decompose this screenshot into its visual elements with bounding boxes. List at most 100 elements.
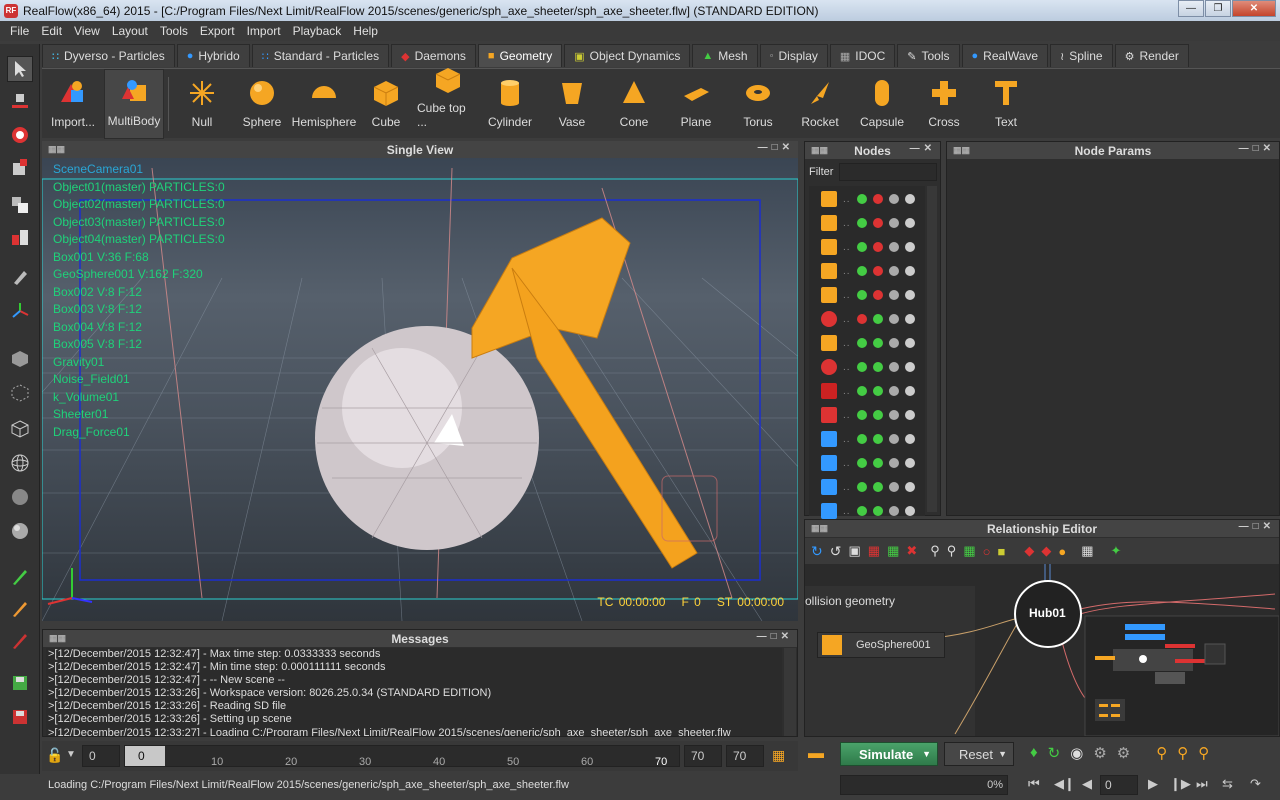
chevron-down-icon[interactable]: ▼ <box>922 749 931 759</box>
step-forward-icon[interactable]: ❙▶ <box>1170 776 1191 792</box>
import-button[interactable]: Import... <box>42 69 104 139</box>
panel-controls-icon[interactable]: —□✕ <box>758 142 794 153</box>
grip-icon[interactable]: ▦▦ <box>811 523 828 534</box>
mesh-icon[interactable] <box>888 242 899 252</box>
minimize-button[interactable]: — <box>1178 0 1204 17</box>
grip-icon[interactable]: ▦▦ <box>48 144 65 155</box>
sphere-icon[interactable] <box>904 266 915 276</box>
reload-icon[interactable]: ↺ <box>830 543 842 560</box>
plane-button[interactable]: Plane <box>665 69 727 139</box>
node-row-sheeter[interactable]: .. <box>815 428 935 450</box>
node-row-object04[interactable]: .. <box>815 260 935 282</box>
capsule-button[interactable]: Capsule <box>851 69 913 139</box>
group-icon[interactable]: ◆ <box>1024 543 1034 559</box>
sphere-icon[interactable] <box>904 338 915 348</box>
node-row-box001[interactable]: .. <box>815 284 935 306</box>
menu-import[interactable]: Import <box>241 24 287 38</box>
lock-icon[interactable] <box>872 458 883 468</box>
messages-scrollbar[interactable] <box>784 648 796 736</box>
filter-input[interactable] <box>839 163 937 181</box>
lock-icon[interactable] <box>872 290 883 300</box>
grip-icon[interactable]: ▦▦ <box>49 633 66 644</box>
mesh-icon[interactable] <box>888 386 899 396</box>
save-red-icon[interactable] <box>7 704 33 730</box>
flat-sphere-icon[interactable] <box>7 484 33 510</box>
sphere-icon[interactable] <box>904 386 915 396</box>
sphere-button[interactable]: Sphere <box>231 69 293 139</box>
smooth-sphere-icon[interactable] <box>7 518 33 544</box>
visible-icon[interactable] <box>856 434 867 444</box>
scale-tool-icon[interactable] <box>7 154 33 180</box>
lock-icon[interactable] <box>872 410 883 420</box>
axes-icon[interactable]: ✦ <box>1111 543 1122 559</box>
tab-geometry[interactable]: ■ Geometry <box>477 44 563 67</box>
panel-controls-icon[interactable]: —□✕ <box>757 631 793 642</box>
sphere-icon[interactable] <box>904 458 915 468</box>
cube-button[interactable]: Cube <box>355 69 417 139</box>
visible-icon[interactable] <box>856 242 867 252</box>
green-brush-icon[interactable] <box>7 564 33 590</box>
connect-icon[interactable]: ○ <box>983 544 991 559</box>
node-row-gravity[interactable]: .. <box>815 356 935 378</box>
zoom-fit-icon[interactable]: ⚲ <box>930 543 940 559</box>
sphere-icon[interactable] <box>904 362 915 372</box>
visible-icon[interactable] <box>856 194 867 204</box>
grip-icon[interactable]: ▦▦ <box>811 145 828 156</box>
rocket-button[interactable]: Rocket <box>789 69 851 139</box>
sphere-icon[interactable] <box>904 194 915 204</box>
tab-idoc[interactable]: ▦ IDOC <box>829 44 896 67</box>
menu-playback[interactable]: Playback <box>287 24 348 38</box>
close-button[interactable]: ✕ <box>1232 0 1276 17</box>
lock-icon[interactable] <box>872 386 883 396</box>
text-button[interactable]: Text <box>975 69 1037 139</box>
mesh-icon[interactable] <box>888 218 899 228</box>
grid-icon[interactable]: ▦ <box>1081 543 1093 559</box>
node-row-geosphere[interactable]: .. <box>815 308 935 330</box>
node-row-box002[interactable]: .. <box>815 332 935 354</box>
visible-icon[interactable] <box>856 386 867 396</box>
lock-icon[interactable] <box>872 362 883 372</box>
grip-icon[interactable]: ▦▦ <box>953 145 970 156</box>
frame-icon[interactable]: ▣ <box>848 543 860 559</box>
menu-edit[interactable]: Edit <box>35 24 68 38</box>
visible-icon[interactable] <box>856 314 867 324</box>
chevron-down-icon[interactable]: ▼ <box>66 749 76 760</box>
eye-icon[interactable]: ◉ <box>1070 744 1083 762</box>
tab-object-dynamics[interactable]: ▣ Object Dynamics <box>564 44 691 67</box>
lock-icon[interactable] <box>872 266 883 276</box>
menu-export[interactable]: Export <box>194 24 241 38</box>
cache-icon[interactable]: ♦ <box>1030 744 1038 762</box>
viewport-3d[interactable]: SceneCamera01 Object01(master) PARTICLES… <box>42 158 798 621</box>
refresh-icon[interactable]: ↻ <box>811 543 823 560</box>
tab-render[interactable]: ⚙ Render <box>1114 44 1189 67</box>
geosphere-node[interactable]: GeoSphere001 <box>817 632 945 658</box>
export-icon[interactable]: ↷ <box>1250 776 1261 792</box>
ungroup-icon[interactable]: ◆ <box>1041 543 1051 559</box>
axes-icon[interactable] <box>7 298 33 324</box>
keyframe-icon[interactable]: ▦ <box>772 747 785 764</box>
lock-icon[interactable] <box>872 314 883 324</box>
clone-tool-icon[interactable] <box>7 192 33 218</box>
lock-icon[interactable] <box>872 482 883 492</box>
move-tool-icon[interactable] <box>7 90 33 116</box>
visible-icon[interactable] <box>856 410 867 420</box>
mesh-icon[interactable] <box>888 194 899 204</box>
sphere-icon[interactable] <box>904 290 915 300</box>
chevron-down-icon[interactable]: ▼ <box>998 749 1007 759</box>
multi-object-icon[interactable] <box>7 224 33 250</box>
multibody-button[interactable]: MultiBody <box>104 69 164 139</box>
tab-realwave[interactable]: ● RealWave <box>961 44 1049 67</box>
node-row-object02[interactable]: .. <box>815 212 935 234</box>
panel-controls-icon[interactable]: —□✕ <box>1239 521 1275 532</box>
wire-sphere-icon[interactable] <box>7 450 33 476</box>
hub-icon[interactable]: ● <box>1058 544 1066 559</box>
tab-mesh[interactable]: ▲ Mesh <box>692 44 758 67</box>
loop-icon[interactable]: ↻ <box>1048 744 1061 762</box>
rotate-tool-icon[interactable] <box>7 122 33 148</box>
save-green-icon[interactable] <box>7 670 33 696</box>
marker-icon[interactable]: ▬ <box>808 745 824 763</box>
go-end-icon[interactable]: ⏭ <box>1196 776 1208 792</box>
visible-icon[interactable] <box>856 290 867 300</box>
key-add-icon[interactable]: ⚲ <box>1177 744 1188 762</box>
pencil-icon[interactable] <box>7 264 33 290</box>
